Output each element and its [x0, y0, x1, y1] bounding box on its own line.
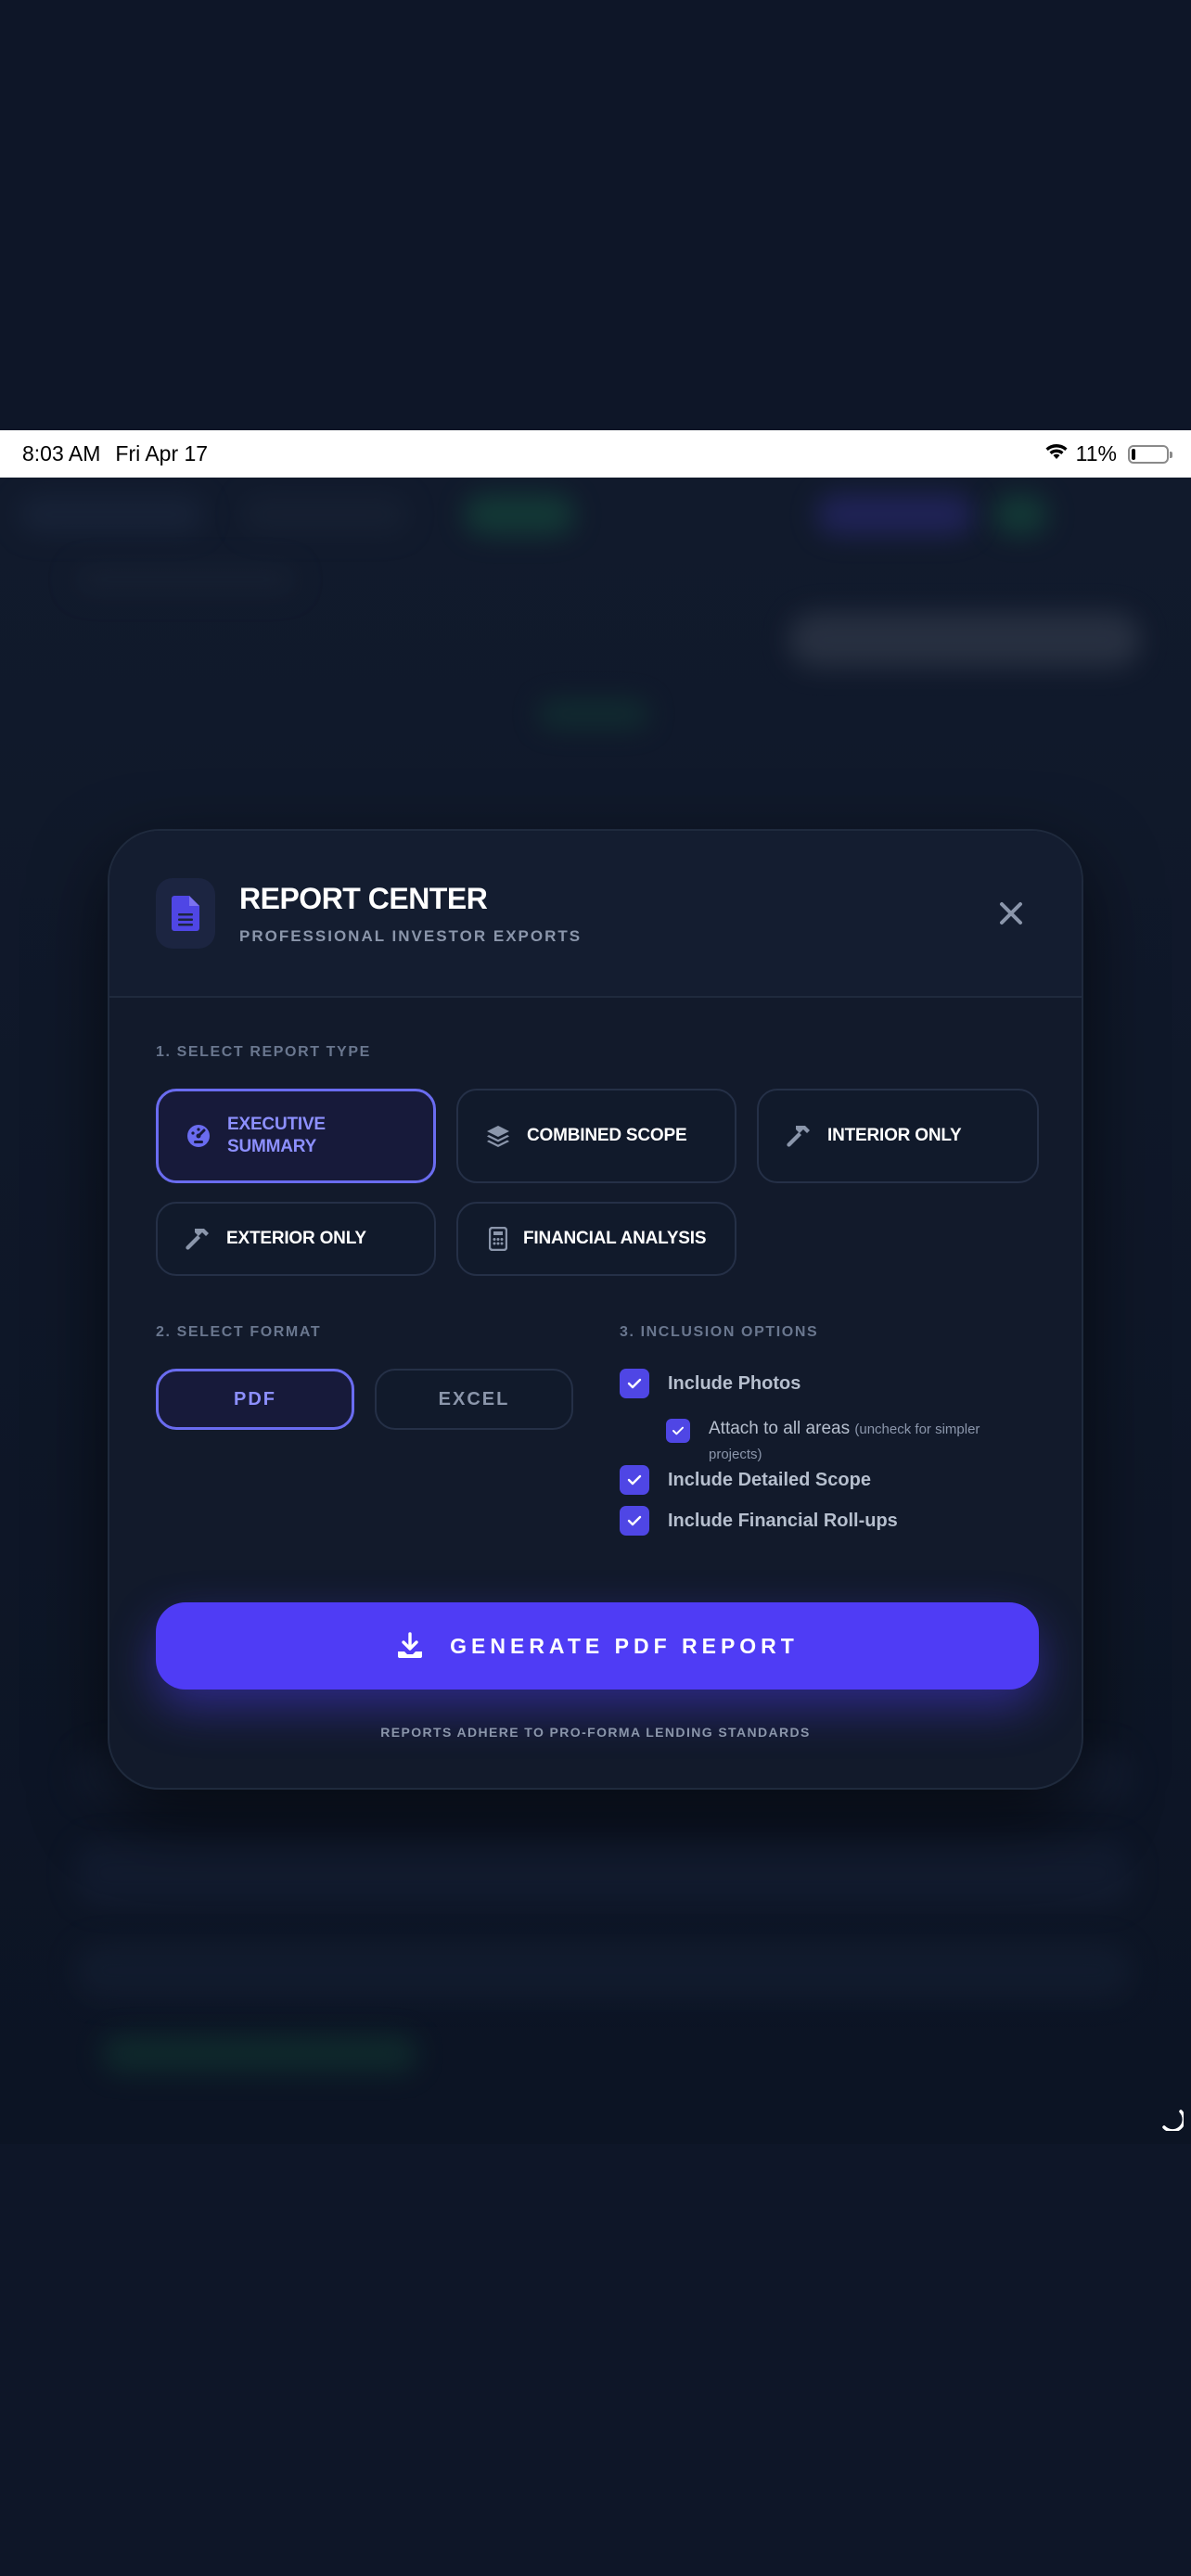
bg-blob: [74, 566, 297, 593]
bg-blob: [19, 496, 204, 533]
report-type-exterior-only[interactable]: EXTERIOR ONLY: [156, 1202, 436, 1276]
layers-icon: [484, 1122, 512, 1150]
format-pdf-button[interactable]: PDF: [156, 1369, 354, 1430]
header-text: REPORT CENTER PROFESSIONAL INVESTOR EXPO…: [239, 882, 582, 946]
bg-blob: [788, 612, 1141, 668]
bg-blob: [816, 494, 974, 535]
option-label: Include Detailed Scope: [668, 1470, 871, 1490]
format-label: 2. SELECT FORMAT: [156, 1324, 322, 1340]
card-label: COMBINED SCOPE: [527, 1126, 687, 1145]
option-sublabel: Attach to all areas (uncheck for simpler…: [709, 1417, 1015, 1467]
card-label: EXTERIOR ONLY: [226, 1229, 366, 1248]
gauge-icon: [185, 1122, 212, 1150]
card-label: FINANCIAL ANALYSIS: [523, 1229, 707, 1248]
bg-blob: [992, 494, 1048, 535]
modal-header: REPORT CENTER PROFESSIONAL INVESTOR EXPO…: [109, 831, 1082, 998]
option-sub-text: Attach to all areas: [709, 1419, 851, 1438]
battery-icon: [1128, 444, 1172, 464]
report-type-financial-analysis[interactable]: FINANCIAL ANALYSIS: [456, 1202, 736, 1276]
lending-standards-note: REPORTS ADHERE TO PRO-FORMA LENDING STAN…: [380, 1725, 811, 1740]
status-bar: 8:03 AM Fri Apr 17 11%: [0, 430, 1191, 478]
card-label: INTERIOR ONLY: [827, 1126, 962, 1145]
report-type-interior-only[interactable]: INTERIOR ONLY: [757, 1089, 1039, 1183]
check-icon: [672, 1426, 684, 1435]
report-center-modal: REPORT CENTER PROFESSIONAL INVESTOR EXPO…: [108, 829, 1083, 1790]
download-icon: [398, 1632, 423, 1658]
status-date: Fri Apr 17: [115, 441, 209, 465]
generate-button-label: GENERATE PDF REPORT: [450, 1633, 799, 1658]
bg-blob: [241, 496, 408, 533]
attach-all-areas-option[interactable]: Attach to all areas (uncheck for simpler…: [666, 1417, 1015, 1467]
bg-blob: [74, 1841, 1132, 1906]
close-icon: [1000, 902, 1022, 925]
battery-percent: 11%: [1075, 441, 1117, 465]
modal-subtitle: PROFESSIONAL INVESTOR EXPORTS: [239, 926, 583, 945]
bg-blob: [464, 494, 575, 535]
report-type-executive-summary[interactable]: EXECUTIVE SUMMARY: [156, 1089, 436, 1183]
status-left: 8:03 AM Fri Apr 17: [22, 441, 208, 466]
status-time: 8:03 AM: [22, 441, 101, 465]
calculator-icon: [484, 1225, 512, 1253]
include-photos-checkbox[interactable]: [620, 1369, 649, 1398]
generate-report-button[interactable]: GENERATE PDF REPORT: [156, 1602, 1039, 1690]
hammer-icon: [785, 1122, 813, 1150]
status-right: 11%: [1044, 441, 1172, 466]
spinner-icon: [1159, 2107, 1186, 2133]
modal-title: REPORT CENTER: [239, 881, 488, 915]
inclusion-label: 3. INCLUSION OPTIONS: [620, 1324, 819, 1340]
close-button[interactable]: [987, 889, 1035, 937]
include-detailed-scope-checkbox[interactable]: [620, 1465, 649, 1495]
report-type-combined-scope[interactable]: COMBINED SCOPE: [456, 1089, 736, 1183]
include-detailed-scope-option[interactable]: Include Detailed Scope: [620, 1465, 871, 1495]
check-icon: [627, 1474, 642, 1486]
wifi-icon: [1044, 441, 1069, 466]
battery-fill: [1132, 448, 1135, 460]
report-type-label: 1. SELECT REPORT TYPE: [156, 1044, 371, 1060]
card-label: EXECUTIVE SUMMARY: [227, 1115, 326, 1156]
bg-blob: [74, 1943, 1132, 1998]
include-financial-rollups-option[interactable]: Include Financial Roll-ups: [620, 1506, 898, 1536]
hammer-icon: [184, 1225, 211, 1253]
check-icon: [627, 1515, 642, 1526]
bg-blob: [102, 2035, 417, 2072]
attach-all-areas-checkbox[interactable]: [666, 1419, 690, 1443]
document-icon: [156, 878, 215, 949]
bg-blob: [538, 700, 649, 728]
include-financial-rollups-checkbox[interactable]: [620, 1506, 649, 1536]
format-excel-button[interactable]: EXCEL: [375, 1369, 573, 1430]
include-photos-option[interactable]: Include Photos: [620, 1369, 800, 1398]
check-icon: [627, 1378, 642, 1389]
option-label: Include Financial Roll-ups: [668, 1511, 898, 1531]
option-label: Include Photos: [668, 1373, 801, 1394]
